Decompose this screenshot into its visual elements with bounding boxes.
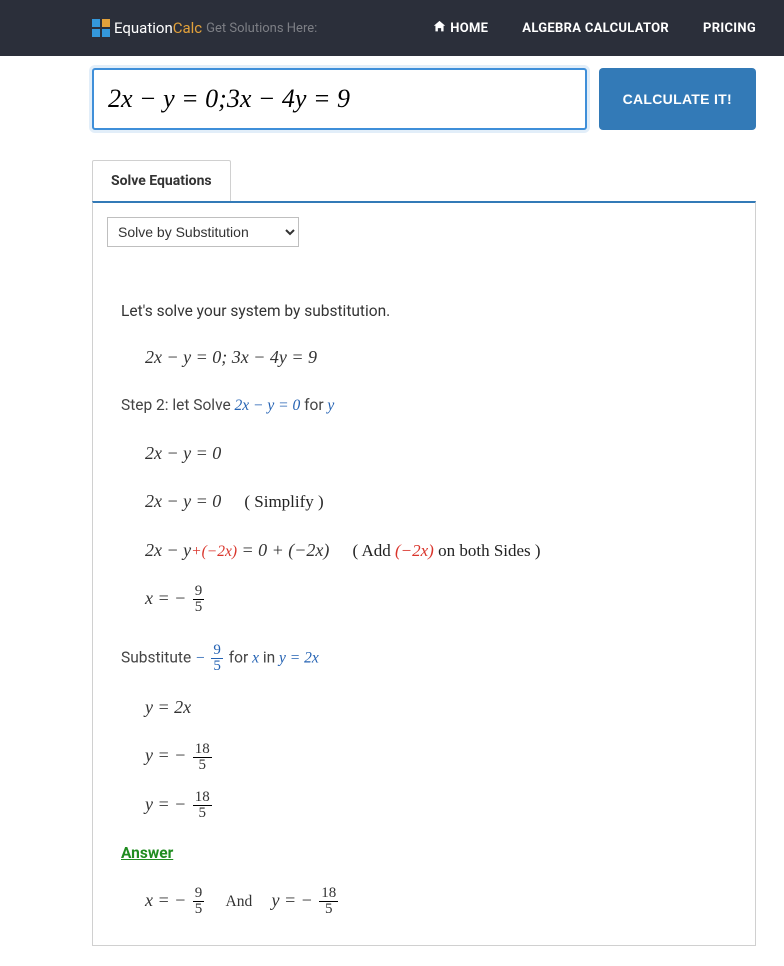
nav-links: HOME ALGEBRA CALCULATOR PRICING — [433, 20, 756, 37]
fx-pre: x = − — [145, 890, 191, 910]
intro-text: Let's solve your system by substitution. — [121, 297, 729, 326]
sline2-den: 5 — [197, 758, 209, 773]
fy-frac: 185 — [319, 886, 338, 917]
final-answer: x = − 95 And y = − 185 — [145, 883, 729, 917]
step2-for: for — [304, 396, 327, 414]
sub-pre: Substitute — [121, 649, 195, 667]
line4-frac: 95 — [193, 584, 205, 615]
sline3-pre: y = − — [145, 794, 191, 814]
line1: 2x − y = 0 — [145, 436, 729, 470]
line4-num: 9 — [193, 584, 205, 600]
nav-algebra[interactable]: ALGEBRA CALCULATOR — [522, 20, 669, 37]
sline2-num: 18 — [193, 742, 212, 758]
fx-num: 9 — [193, 886, 205, 902]
step2-var: y — [327, 397, 334, 414]
line4-pre: x = − — [145, 588, 191, 608]
nav-home[interactable]: HOME — [433, 20, 488, 37]
and-text: And — [226, 893, 253, 910]
step2: Step 2: let Solve 2x − y = 0 for y — [121, 391, 729, 420]
line2-eq: 2x − y = 0 — [145, 491, 221, 511]
sub-num: 9 — [211, 643, 223, 659]
sub-x: x — [252, 650, 259, 667]
logo-part1: Equation — [114, 19, 173, 37]
home-icon — [433, 20, 446, 37]
line4: x = − 95 — [145, 581, 729, 615]
solution-panel: Solve by Substitution Let's solve your s… — [92, 201, 756, 946]
input-row: CALCULATE IT! — [92, 68, 756, 130]
sline3-den: 5 — [197, 806, 209, 821]
nav-home-label: HOME — [450, 21, 488, 36]
tagline: Get Solutions Here: — [206, 21, 317, 36]
sub-eq: y = 2x — [279, 650, 319, 667]
sline2: y = − 185 — [145, 738, 729, 772]
calculate-button[interactable]: CALCULATE IT! — [599, 68, 756, 130]
sub-in: in — [263, 649, 279, 667]
line3-note-red: (−2x) — [395, 541, 434, 560]
line3-pre: 2x − y — [145, 540, 191, 560]
method-select[interactable]: Solve by Substitution — [107, 217, 299, 247]
nav-pricing[interactable]: PRICING — [703, 20, 756, 37]
fy-pre: y = − — [271, 890, 317, 910]
tab-solve-equations[interactable]: Solve Equations — [92, 160, 231, 201]
substitute-step: Substitute − 95 for x in y = 2x — [121, 643, 729, 674]
tabs: Solve Equations — [92, 160, 756, 201]
line3-note-pre: ( Add — [353, 541, 396, 560]
fx-frac: 95 — [193, 886, 205, 917]
line2: 2x − y = 0 ( Simplify ) — [145, 484, 729, 518]
line3-post: = 0 + (−2x) — [237, 540, 329, 560]
line4-den: 5 — [193, 600, 205, 615]
logo-part2: Calc — [173, 19, 202, 37]
system-equations: 2x − y = 0; 3x − 4y = 9 — [145, 340, 729, 374]
sline3: y = − 185 — [145, 787, 729, 821]
sub-for: for — [229, 649, 252, 667]
line3-note: ( Add (−2x) on both Sides ) — [353, 541, 541, 560]
line3: 2x − y+(−2x) = 0 + (−2x) ( Add (−2x) on … — [145, 533, 729, 567]
fx-den: 5 — [193, 902, 205, 917]
fy-den: 5 — [323, 902, 335, 917]
line3-red: +(−2x) — [191, 543, 237, 560]
sline2-frac: 185 — [193, 742, 212, 773]
answer-heading[interactable]: Answer — [121, 839, 729, 868]
main: CALCULATE IT! Solve Equations Solve by S… — [0, 56, 784, 966]
solution-content: Let's solve your system by substitution.… — [107, 247, 741, 917]
step2-eq: 2x − y = 0 — [235, 397, 301, 414]
sub-neg: − — [195, 650, 209, 667]
navbar: EquationCalc Get Solutions Here: HOME AL… — [0, 0, 784, 56]
sline3-num: 18 — [193, 790, 212, 806]
logo-icon — [92, 19, 110, 37]
sline1: y = 2x — [145, 690, 729, 724]
fy-num: 18 — [319, 886, 338, 902]
logo[interactable]: EquationCalc — [114, 19, 202, 37]
line2-note: ( Simplify ) — [244, 492, 323, 511]
sline3-frac: 185 — [193, 790, 212, 821]
step2-pre: Step 2: let Solve — [121, 396, 235, 414]
equation-input[interactable] — [92, 68, 587, 130]
sub-den: 5 — [211, 659, 223, 674]
line3-note-post: on both Sides ) — [434, 541, 541, 560]
sline2-pre: y = − — [145, 745, 191, 765]
sub-frac: 95 — [211, 643, 223, 674]
